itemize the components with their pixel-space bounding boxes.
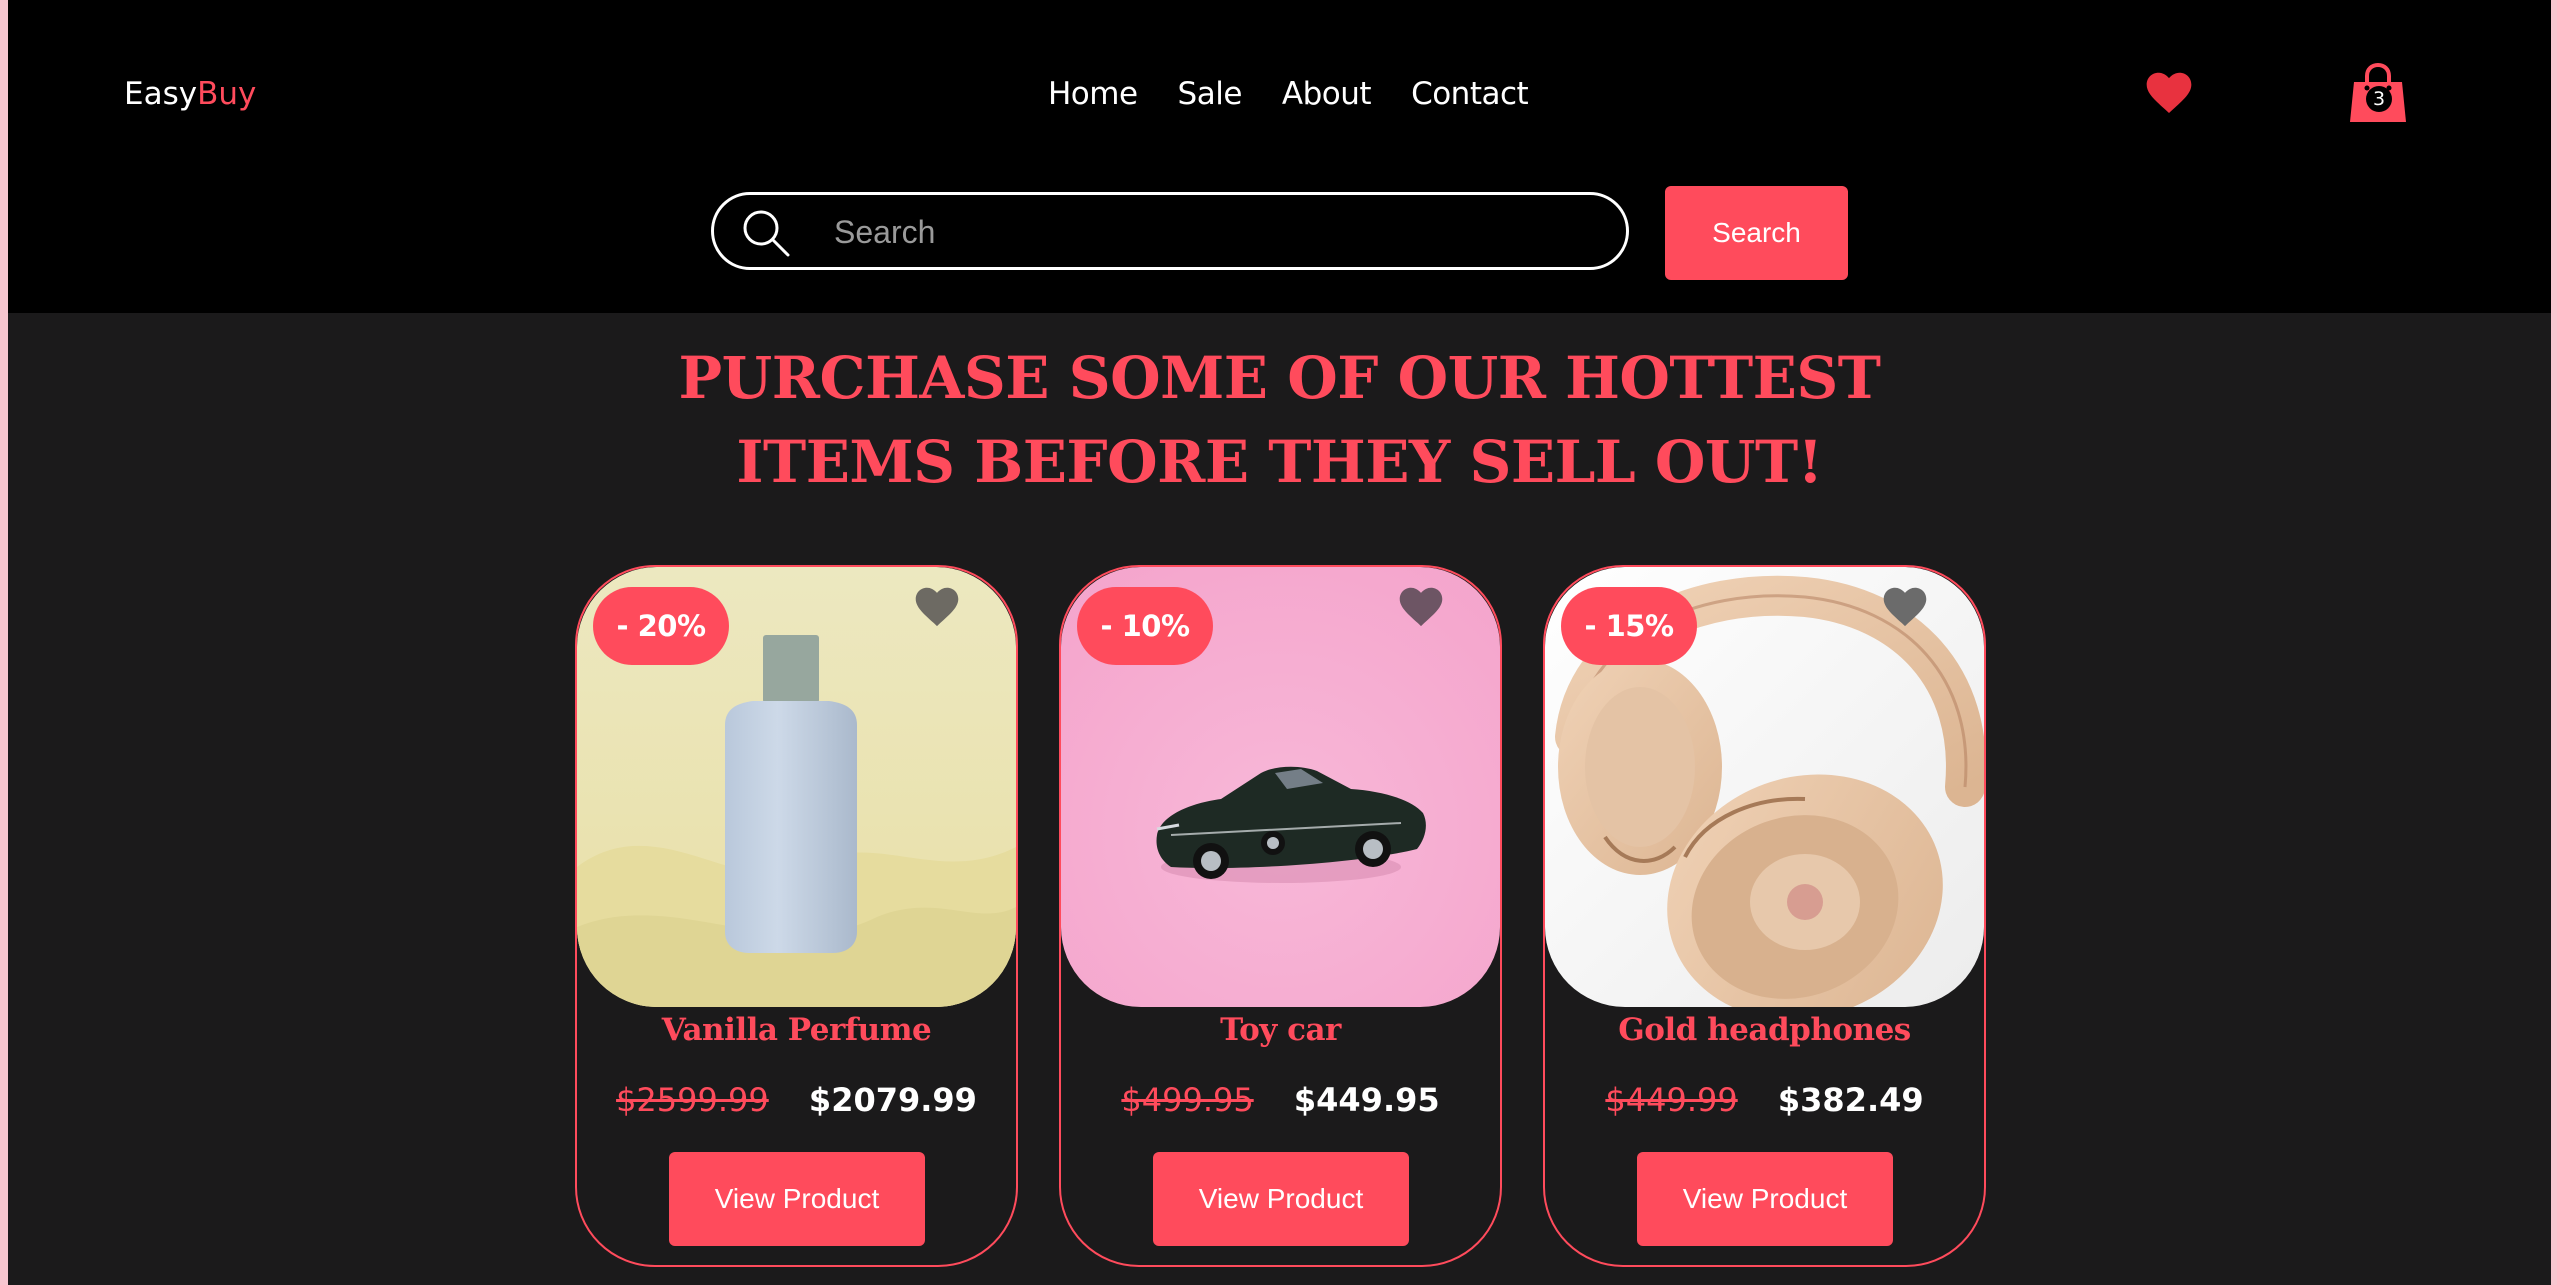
sale-price: $449.95 <box>1293 1081 1440 1119</box>
price-row: $2599.99 $2079.99 <box>577 1077 1016 1123</box>
logo-text-easy: Easy <box>124 76 198 112</box>
old-price: $449.99 <box>1605 1081 1738 1119</box>
view-product-button[interactable]: View Product <box>1153 1152 1409 1246</box>
heart-icon[interactable] <box>915 587 959 627</box>
search-input[interactable] <box>832 203 1596 261</box>
product-image-toy-car[interactable]: - 10% <box>1061 567 1500 1007</box>
hero-title: PURCHASE SOME OF OUR HOTTEST ITEMS BEFOR… <box>508 336 2051 504</box>
logo[interactable]: EasyBuy <box>124 70 256 118</box>
discount-badge: - 10% <box>1077 587 1213 665</box>
nav-contact[interactable]: Contact <box>1411 70 1529 118</box>
product-name: Gold headphones <box>1618 1012 1911 1048</box>
sale-price: $382.49 <box>1777 1081 1924 1119</box>
site-header: EasyBuy Home Sale About Contact 3 Search… <box>8 0 2551 313</box>
heart-icon[interactable] <box>2146 72 2192 114</box>
product-card: - 15% Gold headphones $449.99 $382.49 Vi… <box>1543 565 1986 1267</box>
search-icon <box>743 210 790 257</box>
price-row: $449.99 $382.49 <box>1545 1077 1984 1123</box>
product-card: - 20% Vanilla Perfume $2599.99 $2079.99 … <box>575 565 1018 1267</box>
nav-home[interactable]: Home <box>1048 70 1138 118</box>
nav-sale[interactable]: Sale <box>1178 70 1243 118</box>
search-bar <box>711 192 1629 270</box>
hero-title-line-2: ITEMS BEFORE THEY SELL OUT! <box>736 428 1823 496</box>
price-row: $499.95 $449.95 <box>1061 1077 1500 1123</box>
cart-count-badge: 3 <box>2366 86 2392 112</box>
discount-badge: - 15% <box>1561 587 1697 665</box>
product-name: Toy car <box>1220 1012 1341 1048</box>
heart-icon[interactable] <box>1399 587 1443 627</box>
logo-text-buy: Buy <box>197 76 257 112</box>
search-button[interactable]: Search <box>1665 186 1848 280</box>
page: EasyBuy Home Sale About Contact 3 Search… <box>8 0 2551 1285</box>
hero-title-line-1: PURCHASE SOME OF OUR HOTTEST <box>678 344 1881 412</box>
nav-about[interactable]: About <box>1282 70 1372 118</box>
view-product-button[interactable]: View Product <box>669 1152 925 1246</box>
view-product-button[interactable]: View Product <box>1637 1152 1893 1246</box>
product-image-headphones[interactable]: - 15% <box>1545 567 1984 1007</box>
sale-price: $2079.99 <box>808 1081 977 1119</box>
discount-badge: - 20% <box>593 587 729 665</box>
old-price: $2599.99 <box>616 1081 769 1119</box>
cart-button[interactable]: 3 <box>2348 62 2408 124</box>
product-name: Vanilla Perfume <box>661 1012 932 1048</box>
old-price: $499.95 <box>1121 1081 1254 1119</box>
main-nav: Home Sale About Contact <box>1048 70 1529 118</box>
product-card: - 10% Toy car $499.95 $449.95 View Produ… <box>1059 565 1502 1267</box>
product-image-perfume[interactable]: - 20% <box>577 567 1016 1007</box>
heart-icon[interactable] <box>1883 587 1927 627</box>
